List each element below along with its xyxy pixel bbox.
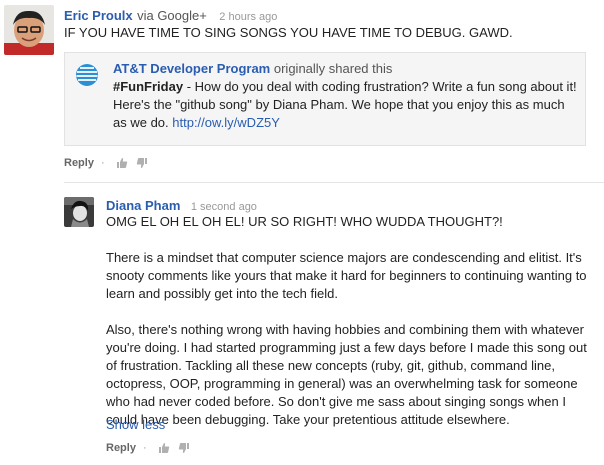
thumbs-up-icon[interactable] — [116, 157, 128, 169]
shared-author-link[interactable]: AT&T Developer Program — [113, 61, 270, 76]
post-text: IF YOU HAVE TIME TO SING SONGS YOU HAVE … — [64, 25, 513, 40]
shared-action: originally shared this — [273, 61, 393, 76]
shared-url-link[interactable]: http://ow.ly/wDZ5Y — [172, 115, 280, 130]
comment-timestamp[interactable]: 1 second ago — [191, 201, 257, 213]
comment-author-link[interactable]: Diana Pham — [106, 198, 180, 213]
comment-actions: Reply · — [106, 442, 194, 454]
post-timestamp[interactable]: 2 hours ago — [219, 11, 277, 23]
thumbs-up-icon[interactable] — [158, 442, 170, 454]
post-author-link[interactable]: Eric Proulx — [64, 8, 133, 23]
comment-line1: OMG EL OH EL OH EL! UR SO RIGHT! WHO WUD… — [106, 214, 503, 229]
thumbs-down-icon[interactable] — [136, 157, 148, 169]
hashtag-link[interactable]: #FunFriday — [113, 79, 183, 94]
comment-divider — [64, 182, 604, 183]
show-less-link[interactable]: Show less — [106, 416, 165, 434]
diana-avatar[interactable] — [64, 197, 94, 227]
separator: · — [142, 442, 147, 454]
att-logo-icon[interactable] — [75, 63, 99, 87]
separator: · — [100, 157, 105, 169]
shared-post-box: AT&T Developer Program originally shared… — [64, 52, 586, 146]
comment-paragraph-2: Also, there's nothing wrong with having … — [106, 322, 587, 427]
comment-reply-button[interactable]: Reply — [106, 442, 136, 454]
comment-paragraph-1: There is a mindset that computer science… — [106, 250, 587, 301]
post-actions: Reply · — [64, 157, 152, 169]
post-reply-button[interactable]: Reply — [64, 157, 94, 169]
post-via: via Google+ — [137, 8, 207, 23]
thumbs-down-icon[interactable] — [178, 442, 190, 454]
eric-avatar[interactable] — [4, 5, 54, 55]
